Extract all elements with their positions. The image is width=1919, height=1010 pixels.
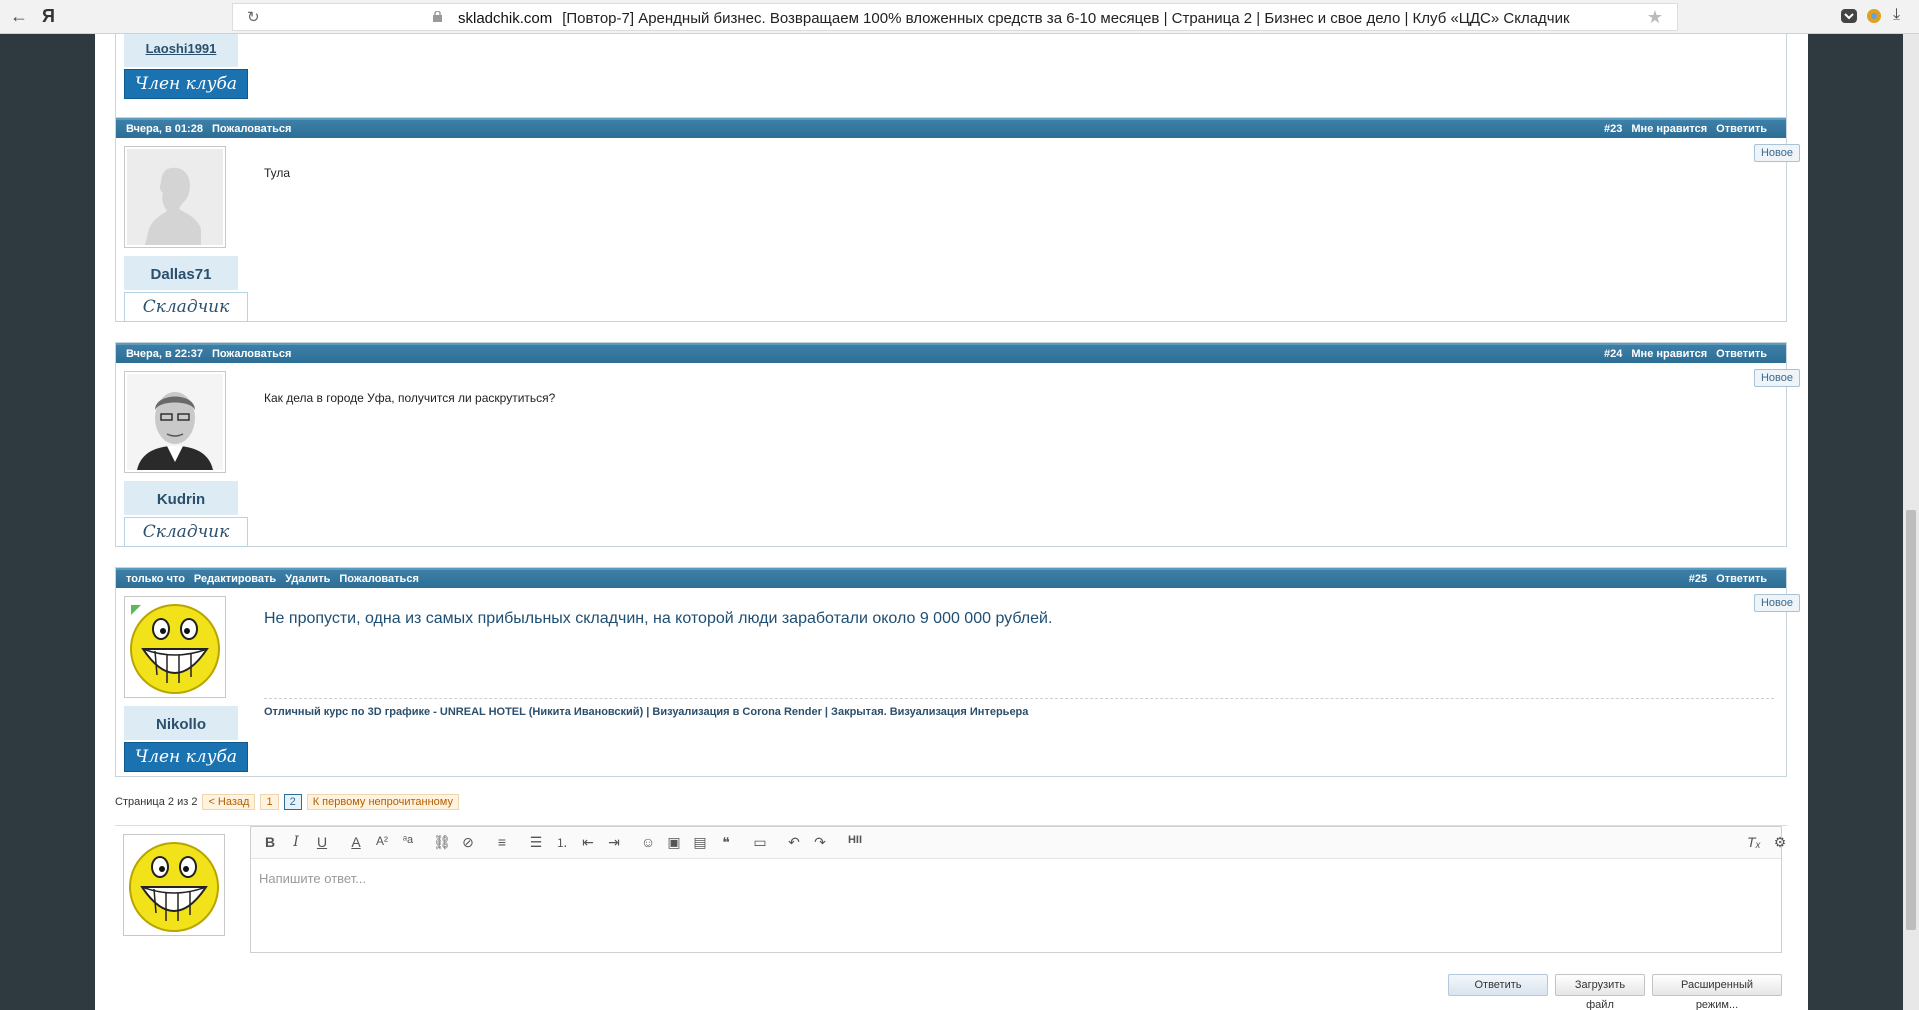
- username[interactable]: Nikollo: [124, 716, 238, 740]
- page-scrollbar[interactable]: [1903, 34, 1919, 1010]
- post-header: только что Редактировать Удалить Пожалов…: [116, 568, 1786, 588]
- edit-link[interactable]: Редактировать: [194, 573, 276, 585]
- username[interactable]: Kudrin: [124, 491, 238, 515]
- underline-icon[interactable]: U: [313, 834, 331, 850]
- page-2-button[interactable]: 2: [283, 794, 302, 810]
- reply-button[interactable]: Ответить: [1448, 974, 1548, 996]
- hide-tag-icon[interactable]: HII: [843, 834, 867, 846]
- scrollbar-thumb[interactable]: [1906, 510, 1916, 930]
- download-icon[interactable]: ⤓: [1893, 6, 1900, 24]
- new-badge: Новое: [1753, 144, 1800, 162]
- lock-icon: [433, 11, 442, 22]
- user-rank-badge: Член клуба: [124, 69, 248, 99]
- post-date[interactable]: только что: [126, 573, 185, 585]
- pocket-icon[interactable]: [1840, 7, 1858, 25]
- delete-link[interactable]: Удалить: [285, 573, 330, 585]
- link-icon[interactable]: ⛓: [433, 834, 451, 851]
- post-25: только что Редактировать Удалить Пожалов…: [115, 567, 1800, 777]
- extension-icon[interactable]: [1865, 7, 1883, 25]
- signature-links[interactable]: Отличный курс по 3D графике - UNREAL HOT…: [264, 706, 1028, 718]
- indent-icon[interactable]: ⇥: [605, 834, 623, 851]
- first-unread-button[interactable]: К первому непрочитанному: [306, 794, 459, 810]
- page-1-button[interactable]: 1: [260, 794, 279, 810]
- report-link[interactable]: Пожаловаться: [339, 573, 419, 585]
- avatar[interactable]: [124, 146, 226, 248]
- redo-icon[interactable]: ↷: [811, 834, 829, 851]
- post-24: Вчера, в 22:37 Пожаловаться #24 Мне нрави…: [115, 342, 1800, 547]
- post-number[interactable]: #25: [1689, 573, 1707, 585]
- post-header: Вчера, в 22:37 Пожаловаться #24 Мне нрави…: [116, 343, 1786, 363]
- report-link[interactable]: Пожаловаться: [212, 348, 292, 360]
- align-icon[interactable]: ≡: [493, 834, 511, 850]
- bullet-list-icon[interactable]: ☰: [527, 834, 545, 851]
- save-draft-icon[interactable]: ▭: [751, 834, 769, 851]
- post-message: Как дела в городе Уфа, получится ли раск…: [264, 391, 556, 405]
- outdent-icon[interactable]: ⇤: [579, 834, 597, 851]
- avatar[interactable]: [124, 596, 226, 698]
- post-23: Вчера, в 01:28 Пожаловаться #23 Мне нрави…: [115, 117, 1800, 322]
- avatar[interactable]: [124, 371, 226, 473]
- report-link[interactable]: Пожаловаться: [212, 123, 292, 135]
- post-date[interactable]: Вчера, в 01:28: [126, 123, 203, 135]
- new-badge: Новое: [1753, 369, 1800, 387]
- reply-input[interactable]: Напишите ответ...: [259, 871, 366, 886]
- like-link[interactable]: Мне нравится: [1631, 123, 1707, 135]
- username[interactable]: Laoshi1991: [124, 41, 238, 65]
- username[interactable]: Dallas71: [124, 266, 238, 290]
- address-bar[interactable]: ↻ skladchik.com [Повтор-7] Арендный бизне…: [232, 3, 1678, 31]
- reply-link[interactable]: Ответить: [1716, 123, 1767, 135]
- page-title: [Повтор-7] Арендный бизнес. Возвращаем 1…: [562, 10, 1570, 27]
- advanced-mode-button[interactable]: Расширенный режим...: [1652, 974, 1782, 1010]
- reply-link[interactable]: Ответить: [1716, 573, 1767, 585]
- editor-toolbar: B I U A A² ᵃa ⛓ ⊘ ≡ ☰ ⒈ ⇤ ⇥ ☺ ▣ ▤ ❝ ▭ ↶ …: [251, 827, 1786, 859]
- unlink-icon[interactable]: ⊘: [459, 834, 477, 851]
- post-header: Вчера, в 01:28 Пожаловаться #23 Мне нрави…: [116, 118, 1786, 138]
- new-badge: Новое: [1753, 594, 1800, 612]
- bold-icon[interactable]: B: [261, 834, 279, 850]
- like-link[interactable]: Мне нравится: [1631, 348, 1707, 360]
- image-icon[interactable]: ▣: [665, 834, 683, 851]
- page-label: Страница 2 из 2: [115, 796, 198, 808]
- post-message: Не пропусти, одна из самых прибыльных ск…: [264, 610, 1053, 627]
- reply-editor[interactable]: B I U A A² ᵃa ⛓ ⊘ ≡ ☰ ⒈ ⇤ ⇥ ☺ ▣ ▤ ❝ ▭ ↶ …: [250, 826, 1786, 953]
- user-rank-badge: Член клуба: [124, 742, 248, 772]
- reply-link[interactable]: Ответить: [1716, 348, 1767, 360]
- signature-divider: [264, 698, 1774, 699]
- text-color-icon[interactable]: A: [347, 834, 365, 850]
- media-icon[interactable]: ▤: [691, 834, 709, 851]
- reload-icon[interactable]: ↻: [247, 8, 260, 26]
- post-number[interactable]: #24: [1604, 348, 1622, 360]
- toggle-bbcode-icon[interactable]: ⚙: [1771, 834, 1789, 851]
- post-number[interactable]: #23: [1604, 123, 1622, 135]
- user-rank-badge: Складчик: [124, 292, 248, 322]
- quote-icon[interactable]: ❝: [717, 834, 735, 851]
- smiley-icon[interactable]: ☺: [639, 834, 657, 850]
- clear-format-icon[interactable]: Tₓ: [1745, 834, 1763, 850]
- font-family-icon[interactable]: ᵃa: [399, 834, 417, 846]
- forum-page: Laoshi1991 Член клуба Вчера, в 01:28 Пож…: [95, 34, 1808, 1010]
- browser-logo[interactable]: Я: [42, 6, 55, 27]
- browser-toolbar: ← Я ↻ skladchik.com [Повтор-7] Арендный б…: [0, 0, 1919, 34]
- pagination: Страница 2 из 2 < Назад 1 2 К первому не…: [115, 794, 459, 810]
- font-size-icon[interactable]: A²: [373, 834, 391, 848]
- back-arrow-icon[interactable]: ←: [10, 6, 28, 27]
- quick-reply: B I U A A² ᵃa ⛓ ⊘ ≡ ☰ ⒈ ⇤ ⇥ ☺ ▣ ▤ ❝ ▭ ↶ …: [115, 825, 1787, 1010]
- bookmark-star-icon[interactable]: ★: [1647, 7, 1663, 28]
- avatar: [123, 834, 225, 936]
- post-message: Тула: [264, 166, 291, 180]
- prev-page-button[interactable]: < Назад: [202, 794, 256, 810]
- numbered-list-icon[interactable]: ⒈: [553, 834, 571, 851]
- user-rank-badge: Складчик: [124, 517, 248, 547]
- upload-file-button[interactable]: Загрузить файл: [1555, 974, 1645, 1010]
- undo-icon[interactable]: ↶: [785, 834, 803, 851]
- italic-icon[interactable]: I: [287, 834, 305, 850]
- url-domain: skladchik.com: [458, 10, 553, 27]
- post-date[interactable]: Вчера, в 22:37: [126, 348, 203, 360]
